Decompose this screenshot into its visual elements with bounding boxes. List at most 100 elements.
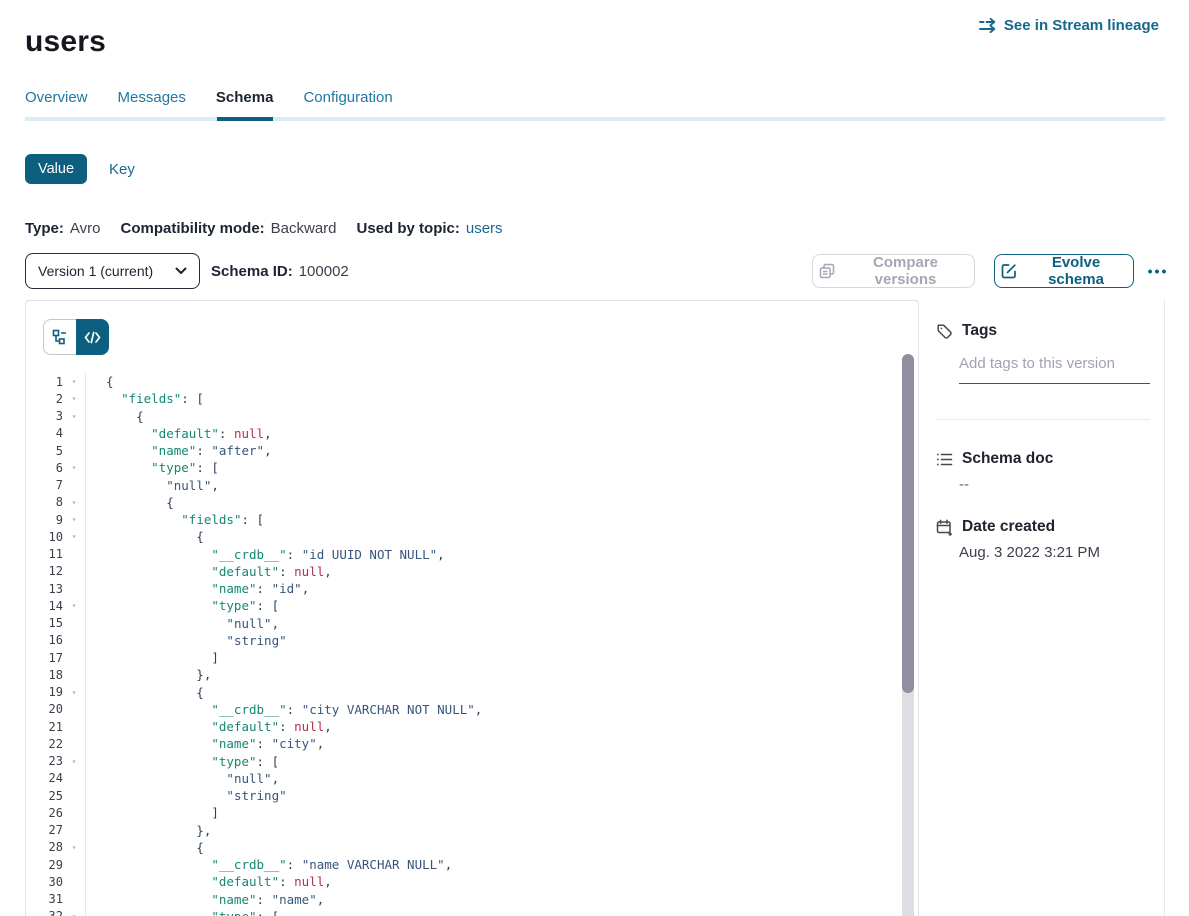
code-text: "__crdb__": "name VARCHAR NULL", [85, 856, 452, 873]
topic-tabs: Overview Messages Schema Configuration [25, 89, 393, 106]
code-line: 15 "null", [26, 615, 886, 632]
code-text: "type": [ [85, 753, 279, 770]
fold-toggle-icon[interactable]: ▾ [63, 601, 85, 610]
tab-overview[interactable]: Overview [25, 89, 88, 106]
line-number: 2 [26, 392, 63, 406]
evolve-schema-label: Evolve schema [1025, 254, 1127, 288]
code-text: "null", [85, 615, 279, 632]
fold-toggle-icon[interactable]: ▾ [63, 688, 85, 697]
code-line: 24 "null", [26, 770, 886, 787]
line-number: 29 [26, 858, 63, 872]
line-number: 32 [26, 909, 63, 916]
fold-toggle-icon[interactable]: ▾ [63, 532, 85, 541]
schema-info-sidebar: Tags Schema doc -- Date created Aug. 3 2… [936, 300, 1165, 916]
code-line: 18 }, [26, 666, 886, 683]
date-created-title: Date created [962, 518, 1055, 536]
active-tab-indicator [217, 117, 273, 121]
line-number: 23 [26, 754, 63, 768]
code-text: "type": [ [85, 597, 279, 614]
used-by-topic-link[interactable]: users [466, 220, 503, 237]
tags-title: Tags [962, 322, 997, 340]
code-line: 29 "__crdb__": "name VARCHAR NULL", [26, 856, 886, 873]
tab-schema[interactable]: Schema [216, 89, 274, 106]
code-line: 10▾ { [26, 528, 886, 545]
version-select-value: Version 1 (current) [38, 263, 153, 279]
schema-doc-title: Schema doc [962, 450, 1053, 468]
more-options-button[interactable]: ••• [1143, 254, 1173, 288]
tab-configuration[interactable]: Configuration [303, 89, 392, 106]
schema-code-panel: 1▾{2▾ "fields": [3▾ {4 "default": null,5… [25, 300, 919, 916]
fold-toggle-icon[interactable]: ▾ [63, 463, 85, 472]
code-lines: 1▾{2▾ "fields": [3▾ {4 "default": null,5… [26, 373, 886, 916]
fold-toggle-icon[interactable]: ▾ [63, 515, 85, 524]
compare-versions-button[interactable]: Compare versions [812, 254, 975, 288]
line-number: 6 [26, 461, 63, 475]
line-number: 26 [26, 806, 63, 820]
code-text: "name": "after", [85, 442, 272, 459]
value-toggle-button[interactable]: Value [25, 154, 87, 184]
fold-toggle-icon[interactable]: ▾ [63, 912, 85, 916]
line-number: 7 [26, 478, 63, 492]
compare-versions-label: Compare versions [843, 254, 968, 288]
fold-toggle-icon[interactable]: ▾ [63, 757, 85, 766]
schema-id-label: Schema ID: [211, 263, 293, 280]
code-text: { [85, 373, 114, 390]
line-number: 14 [26, 599, 63, 613]
evolve-schema-button[interactable]: Evolve schema [994, 254, 1134, 288]
code-text: "default": null, [85, 425, 272, 442]
line-number: 17 [26, 651, 63, 665]
code-line: 6▾ "type": [ [26, 459, 886, 476]
tags-section-header: Tags [936, 322, 997, 340]
page-title: users [25, 25, 106, 59]
code-text: "default": null, [85, 563, 332, 580]
key-toggle-button[interactable]: Key [103, 154, 141, 184]
sidebar-divider [936, 419, 1150, 420]
code-text: ] [85, 649, 219, 666]
type-label: Type: [25, 220, 64, 237]
line-number: 20 [26, 702, 63, 716]
code-text: "__crdb__": "city VARCHAR NOT NULL", [85, 701, 482, 718]
line-number: 9 [26, 513, 63, 527]
code-text: "type": [ [85, 459, 219, 476]
see-in-stream-lineage-link[interactable]: See in Stream lineage [972, 16, 1165, 35]
compatibility-value: Backward [271, 220, 337, 237]
line-number: 3 [26, 409, 63, 423]
code-line: 13 "name": "id", [26, 580, 886, 597]
code-scrollbar-thumb[interactable] [902, 354, 914, 693]
line-number: 24 [26, 771, 63, 785]
fold-toggle-icon[interactable]: ▾ [63, 377, 85, 386]
add-tags-input[interactable] [959, 355, 1150, 384]
bulleted-list-icon [936, 452, 953, 467]
code-text: "default": null, [85, 873, 332, 890]
tree-view-button[interactable] [43, 319, 76, 355]
line-number: 18 [26, 668, 63, 682]
fold-toggle-icon[interactable]: ▾ [63, 394, 85, 403]
version-select[interactable]: Version 1 (current) [25, 253, 200, 289]
code-text: { [85, 684, 204, 701]
tab-messages[interactable]: Messages [118, 89, 186, 106]
code-line: 26 ] [26, 804, 886, 821]
fold-toggle-icon[interactable]: ▾ [63, 412, 85, 421]
code-text: "default": null, [85, 718, 332, 735]
code-text: }, [85, 822, 211, 839]
code-text: "name": "city", [85, 735, 324, 752]
line-number: 13 [26, 582, 63, 596]
line-number: 10 [26, 530, 63, 544]
code-text: "name": "name", [85, 891, 324, 908]
type-value: Avro [70, 220, 101, 237]
line-number: 21 [26, 720, 63, 734]
code-line: 17 ] [26, 649, 886, 666]
tag-icon [936, 323, 953, 340]
code-line: 23▾ "type": [ [26, 753, 886, 770]
code-text: "__crdb__": "id UUID NOT NULL", [85, 546, 445, 563]
fold-toggle-icon[interactable]: ▾ [63, 498, 85, 507]
code-view-button[interactable] [76, 319, 109, 355]
code-line: 12 "default": null, [26, 563, 886, 580]
viewer-mode-toggle [43, 319, 109, 355]
code-text: "name": "id", [85, 580, 309, 597]
schema-id-value: 100002 [299, 263, 349, 280]
tab-underline-bar [25, 117, 1165, 121]
calendar-plus-icon [936, 519, 953, 536]
fold-toggle-icon[interactable]: ▾ [63, 843, 85, 852]
schema-doc-value: -- [959, 476, 969, 493]
